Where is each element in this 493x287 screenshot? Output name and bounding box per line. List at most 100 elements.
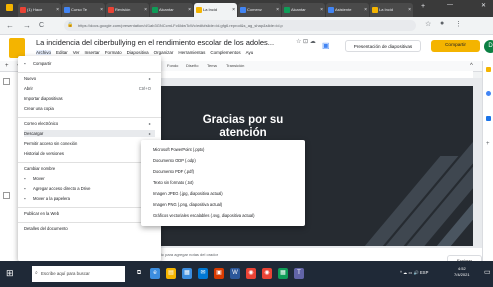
tab-close-icon[interactable]: × [144,3,147,17]
file-menu-item[interactable]: Historial de versiones▸ [24,150,155,157]
file-menu-item[interactable]: ▪ Compartir [24,60,164,67]
browser-tab[interactable]: La Incid × [194,3,237,17]
slide-thumbnail[interactable] [3,192,10,199]
file-menu-item[interactable]: Abrir Ctrl+O [24,85,155,92]
menu-organizar[interactable]: Organizar [154,50,174,55]
toolbar-theme-button[interactable]: Tema [207,61,217,71]
menu-editar[interactable]: Editar [56,50,68,55]
chrome-profile-icon[interactable]: ◉ [262,268,272,279]
file-menu-item[interactable]: Detalles del documento [24,225,155,232]
menu-archivo[interactable]: Archivo [36,50,52,55]
file-menu-item-label: Correo electrónico [24,121,59,126]
browser-tab[interactable]: Alcantar × [282,3,325,17]
slide-thumbnail[interactable] [3,78,10,85]
menu-herramientas[interactable]: Herramientas [178,50,205,55]
menu-diapositiva[interactable]: Diapositiva [127,50,149,55]
file-menu-item[interactable]: Importar diapositivas [24,95,155,102]
tab-close-icon[interactable]: × [100,3,103,17]
forward-button[interactable]: → [23,20,31,31]
notifications-icon[interactable]: ▭ [484,268,491,276]
download-format-option[interactable]: Gráficos vectoriales escalables (.svg, d… [153,212,303,219]
extensions-icon[interactable]: ☆ [425,20,431,28]
system-tray[interactable]: ^ ☁ ▭ 🔊 ESP [400,270,428,276]
tab-search-icon[interactable] [6,4,13,11]
slide-title[interactable]: Gracias por su atención [196,114,290,140]
keep-icon[interactable] [486,67,491,72]
menu-formato[interactable]: Formato [105,50,122,55]
reload-button[interactable]: C [39,20,44,31]
file-menu-item[interactable]: Publicar en la Web [24,210,155,217]
file-menu-item[interactable]: Cambiar nombre [24,165,155,172]
present-button[interactable]: Presentación de diapositivas [345,40,421,52]
windows-start-icon[interactable]: ⊞ [6,268,14,279]
language-indicator[interactable]: ESP [420,270,428,275]
slides-logo-icon[interactable] [9,38,25,58]
trash-icon: ▪ [24,196,26,201]
browser-tab[interactable]: Comenz × [238,3,281,17]
file-menu-item[interactable]: Descargar ▸ [24,130,155,137]
share-button[interactable]: Compartir [431,40,480,52]
tab-close-icon[interactable]: × [232,3,235,17]
download-format-option[interactable]: Microsoft PowerPoint (.pptx) [153,146,303,153]
tab-close-icon[interactable]: × [320,3,323,17]
tab-close-icon[interactable]: × [408,3,411,17]
store-icon[interactable]: ▦ [182,268,192,279]
address-bar[interactable]: https://docs.google.com/presentation/d/1… [64,20,416,31]
menu-divider [18,162,161,163]
download-format-option[interactable]: Documento PDF (.pdf) [153,168,303,175]
browser-tab[interactable]: Revisión × [106,3,149,17]
back-button[interactable]: ← [6,20,14,31]
browser-tab[interactable]: Alcantar × [150,3,193,17]
download-format-option[interactable]: Imagen PNG (.png, diapositiva actual) [153,201,303,208]
mail-icon[interactable]: ✉ [198,268,208,279]
file-menu-item[interactable]: Nuevo ▸ [24,75,155,82]
toolbar-layout-button[interactable]: Diseño [186,61,198,71]
minimize-window-button[interactable]: — [447,2,453,8]
menu-insertar[interactable]: Insertar [85,50,100,55]
download-format-option[interactable]: Documento ODP (.odp) [153,157,303,164]
comment-icon[interactable]: ▣ [322,41,330,50]
toolbar-background-button[interactable]: Fondo [167,61,178,71]
menu-ayu[interactable]: Ayu [246,50,254,55]
calendar-icon[interactable] [486,116,491,121]
file-menu-item[interactable]: Permitir acceso sin conexión [24,140,155,147]
chrome-icon[interactable]: ◉ [246,268,256,279]
tasks-icon[interactable] [486,91,491,96]
profile-icon[interactable]: ● [440,20,444,27]
add-addon-icon[interactable]: + [486,141,490,147]
new-tab-button[interactable]: + [421,3,425,10]
file-menu-item[interactable]: Crear una copia [24,105,155,112]
tab-close-icon[interactable]: × [56,3,59,17]
edge-icon[interactable]: e [150,268,160,279]
teams-icon[interactable]: T [294,268,304,279]
tab-close-icon[interactable]: × [188,3,191,17]
menu-ver[interactable]: Ver [73,50,80,55]
toolbar-transition-button[interactable]: Transición [226,61,244,71]
taskbar-search-input[interactable]: Escribe aquí para buscar [32,266,125,282]
file-menu-item-label: Descargar [24,131,44,136]
tab-close-icon[interactable]: × [276,3,279,17]
clock[interactable]: 4:52 7/4/2021 [454,266,470,278]
file-explorer-icon[interactable]: ▤ [166,268,176,279]
avatar[interactable]: D [484,40,493,53]
add-slide-icon[interactable]: + [5,61,9,71]
download-format-option[interactable]: Imagen JPEG (.jpg, diapositiva actual) [153,190,303,197]
tab-close-icon[interactable]: × [364,3,367,17]
file-menu-item[interactable]: Correo electrónico ▸ [24,120,155,127]
browser-tab[interactable]: Curso Te × [62,3,105,17]
settings-menu-icon[interactable]: ⋮ [455,20,462,28]
download-format-option[interactable]: Texto sin formato (.txt) [153,179,303,186]
sheets-icon[interactable]: ▦ [278,268,288,279]
collapse-toolbar-icon[interactable]: ^ [470,61,473,71]
browser-tab[interactable]: La Incid × [370,3,413,17]
star-icon[interactable]: ☆ ⊡ ☁ [296,38,316,45]
document-title[interactable]: La incidencia del ciberbullying en el re… [36,38,274,47]
browser-tab[interactable]: Asistente × [326,3,369,17]
office-icon[interactable]: ▣ [214,268,224,279]
file-menu-item-label: Compartir [33,61,52,66]
task-view-icon[interactable]: ⧉ [134,268,144,279]
word-icon[interactable]: W [230,268,240,279]
browser-tab[interactable]: (1) Hace × [18,3,61,17]
close-window-button[interactable]: ✕ [481,2,486,9]
menu-complementos[interactable]: Complementos [210,50,240,55]
